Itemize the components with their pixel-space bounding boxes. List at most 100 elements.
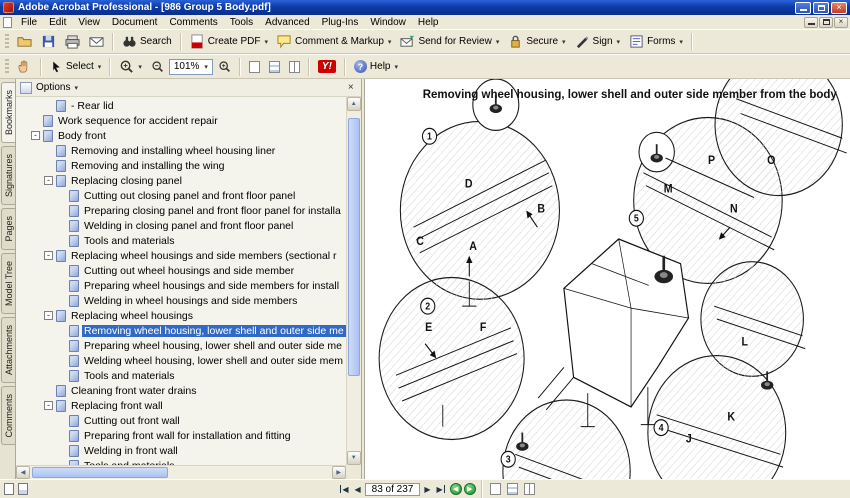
- previous-page-button[interactable]: ◀: [352, 484, 362, 495]
- bookmark-label[interactable]: Welding in front wall: [82, 445, 180, 457]
- bookmark-label[interactable]: Tools and materials: [82, 235, 176, 247]
- scrollbar-track[interactable]: [30, 466, 332, 479]
- bookmark-item[interactable]: Preparing front wall for installation an…: [16, 428, 346, 443]
- sidebar-tab-pages[interactable]: Pages: [1, 208, 15, 250]
- collapse-toggle-icon[interactable]: -: [44, 251, 53, 260]
- bookmark-label[interactable]: Cleaning front water drains: [69, 385, 198, 397]
- bookmark-label[interactable]: Cutting out closing panel and front floo…: [82, 190, 297, 202]
- toolbar-grip[interactable]: [5, 33, 9, 50]
- bookmark-item[interactable]: Tools and materials: [16, 368, 346, 383]
- next-view-button[interactable]: ▶: [463, 483, 476, 495]
- continuous-view-button[interactable]: [265, 58, 284, 76]
- zoom-out-button[interactable]: [147, 57, 168, 76]
- bookmark-label[interactable]: Preparing front wall for installation an…: [82, 430, 293, 442]
- scroll-left-button[interactable]: ◀: [16, 466, 30, 479]
- bookmark-label[interactable]: Cutting out front wall: [82, 415, 182, 427]
- previous-view-button[interactable]: ◀: [449, 483, 462, 495]
- close-button[interactable]: ×: [831, 1, 847, 14]
- doc-close-button[interactable]: ×: [834, 16, 848, 28]
- sidebar-tab-signatures[interactable]: Signatures: [1, 146, 15, 206]
- last-page-button[interactable]: ▶: [435, 484, 448, 495]
- bookmark-item[interactable]: Welding in wheel housings and side membe…: [16, 293, 346, 308]
- bookmark-item[interactable]: - Rear lid: [16, 98, 346, 113]
- expand-bookmark-icon[interactable]: [20, 81, 32, 94]
- bookmark-item[interactable]: Welding wheel housing, lower shell and o…: [16, 353, 346, 368]
- sidebar-tab-attachments[interactable]: Attachments: [1, 316, 15, 383]
- continuous-facing-layout-button[interactable]: [522, 482, 537, 496]
- bookmark-label[interactable]: Removing and installing the wing: [69, 160, 227, 172]
- doc-minimize-button[interactable]: [804, 16, 818, 28]
- print-button[interactable]: [61, 31, 84, 52]
- page-indicator[interactable]: 83 of 237: [364, 482, 421, 496]
- scrollbar-thumb[interactable]: [32, 467, 168, 478]
- save-button[interactable]: [37, 31, 60, 52]
- menu-plugins[interactable]: Plug-Ins: [316, 17, 365, 28]
- menu-document[interactable]: Document: [106, 17, 164, 28]
- forms-button[interactable]: Forms ▾: [625, 31, 687, 52]
- bookmark-label[interactable]: Replacing wheel housings: [69, 310, 195, 322]
- bookmark-item[interactable]: Cleaning front water drains: [16, 383, 346, 398]
- bookmark-item[interactable]: Tools and materials: [16, 458, 346, 465]
- bookmark-label[interactable]: Work sequence for accident repair: [56, 115, 220, 127]
- secure-button[interactable]: Secure ▾: [504, 31, 569, 52]
- bookmark-label[interactable]: Preparing wheel housing, lower shell and…: [82, 340, 344, 352]
- sign-button[interactable]: Sign ▾: [571, 31, 625, 52]
- menu-window[interactable]: Window: [364, 17, 412, 28]
- menu-advanced[interactable]: Advanced: [259, 17, 315, 28]
- collapse-toggle-icon[interactable]: -: [44, 176, 53, 185]
- options-button[interactable]: Options ▾: [36, 82, 78, 93]
- zoom-level-combo[interactable]: 101% ▾: [168, 58, 213, 75]
- bookmark-label[interactable]: Tools and materials: [82, 370, 176, 382]
- bookmarks-horizontal-scrollbar[interactable]: ◀ ▶: [16, 465, 346, 479]
- bookmark-label[interactable]: Welding in closing panel and front floor…: [82, 220, 295, 232]
- bookmark-item[interactable]: Removing and installing wheel housing li…: [16, 143, 346, 158]
- bookmark-item[interactable]: Cutting out closing panel and front floo…: [16, 188, 346, 203]
- pdf-document-icon[interactable]: [3, 16, 12, 28]
- bookmark-item[interactable]: - Body front: [16, 128, 346, 143]
- bookmark-label[interactable]: Body front: [56, 130, 108, 142]
- bookmark-item[interactable]: Removing and installing the wing: [16, 158, 346, 173]
- bookmark-label[interactable]: Replacing closing panel: [69, 175, 184, 187]
- scrollbar-track[interactable]: [347, 111, 361, 451]
- menu-view[interactable]: View: [72, 17, 106, 28]
- sidebar-tab-bookmarks[interactable]: Bookmarks: [1, 82, 15, 144]
- bookmark-label[interactable]: - Rear lid: [69, 100, 116, 112]
- menu-help[interactable]: Help: [412, 17, 445, 28]
- sidebar-tab-model-tree[interactable]: Model Tree: [1, 252, 15, 314]
- continuous-layout-button[interactable]: [505, 482, 520, 496]
- sidebar-tab-comments[interactable]: Comments: [1, 385, 15, 446]
- bookmark-label[interactable]: Preparing closing panel and front floor …: [82, 205, 343, 217]
- bookmark-label[interactable]: Welding in wheel housings and side membe…: [82, 295, 299, 307]
- select-tool-button[interactable]: Select ▾: [46, 57, 105, 76]
- single-page-layout-button[interactable]: [488, 482, 503, 496]
- zoom-tool-button[interactable]: ▾: [115, 56, 146, 77]
- open-button[interactable]: [13, 31, 36, 52]
- document-page[interactable]: Removing wheel housing, lower shell and …: [364, 79, 850, 479]
- zoom-in-button[interactable]: [214, 57, 235, 76]
- menu-tools[interactable]: Tools: [224, 17, 259, 28]
- bookmark-item[interactable]: Work sequence for accident repair: [16, 113, 346, 128]
- bookmark-item[interactable]: Preparing wheel housing, lower shell and…: [16, 338, 346, 353]
- bookmark-item[interactable]: - Replacing closing panel: [16, 173, 346, 188]
- bookmark-item[interactable]: Cutting out wheel housings and side memb…: [16, 263, 346, 278]
- comment-markup-button[interactable]: Comment & Markup ▾: [273, 31, 395, 52]
- bookmark-item[interactable]: Welding in closing panel and front floor…: [16, 218, 346, 233]
- bookmark-item[interactable]: - Replacing wheel housings: [16, 308, 346, 323]
- bookmark-item[interactable]: Removing wheel housing, lower shell and …: [16, 323, 346, 338]
- search-button[interactable]: Search: [118, 31, 176, 52]
- page-size-icon[interactable]: [4, 483, 14, 495]
- menu-edit[interactable]: Edit: [43, 17, 72, 28]
- doc-restore-button[interactable]: [819, 16, 833, 28]
- bookmark-label[interactable]: Removing and installing wheel housing li…: [69, 145, 277, 157]
- yahoo-toolbar-button[interactable]: Y!: [314, 57, 340, 76]
- scroll-up-button[interactable]: ▲: [346, 97, 361, 111]
- help-button[interactable]: ? Help ▾: [350, 57, 402, 76]
- collapse-toggle-icon[interactable]: -: [31, 131, 40, 140]
- email-button[interactable]: [85, 31, 108, 52]
- bookmark-label[interactable]: Removing wheel housing, lower shell and …: [82, 324, 346, 337]
- bookmark-label[interactable]: Preparing wheel housings and side member…: [82, 280, 341, 292]
- bookmarks-vertical-scrollbar[interactable]: ▲ ▼: [345, 97, 361, 465]
- minimize-button[interactable]: [795, 1, 811, 14]
- create-pdf-button[interactable]: Create PDF ▾: [186, 31, 272, 52]
- menu-file[interactable]: File: [15, 17, 43, 28]
